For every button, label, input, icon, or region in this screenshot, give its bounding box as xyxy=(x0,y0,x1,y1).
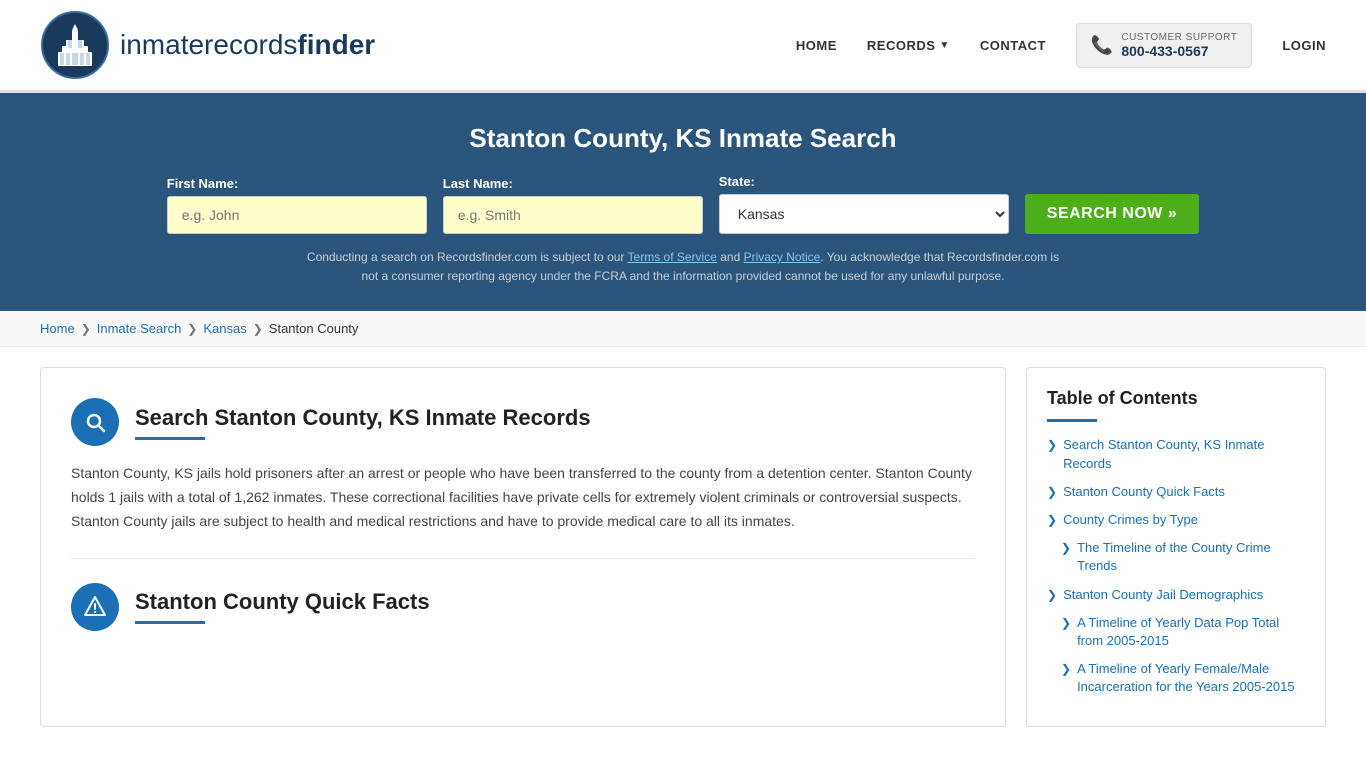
toc-link-4[interactable]: The Timeline of the County Crime Trends xyxy=(1077,539,1305,575)
state-select[interactable]: Kansas xyxy=(719,194,1009,234)
logo-area: inmaterecordsfinder xyxy=(40,10,375,80)
chevron-right-icon-6: ❯ xyxy=(1061,616,1071,630)
section-divider xyxy=(71,558,975,559)
chevron-right-icon-4: ❯ xyxy=(1061,541,1071,555)
state-label: State: xyxy=(719,174,755,189)
disclaimer-text: Conducting a search on Recordsfinder.com… xyxy=(303,248,1063,286)
logo-icon xyxy=(40,10,110,80)
section1-title: Search Stanton County, KS Inmate Records xyxy=(135,405,591,431)
logo-text-bold: finder xyxy=(297,29,375,60)
toc-link-6[interactable]: A Timeline of Yearly Data Pop Total from… xyxy=(1077,614,1305,650)
support-text-block: CUSTOMER SUPPORT 800-433-0567 xyxy=(1121,32,1237,59)
last-name-input[interactable] xyxy=(443,196,703,234)
toc-item-5[interactable]: ❯ Stanton County Jail Demographics xyxy=(1047,586,1305,604)
toc-box: Table of Contents ❯ Search Stanton Count… xyxy=(1026,367,1326,727)
toc-title: Table of Contents xyxy=(1047,388,1305,409)
breadcrumb-sep-3: ❯ xyxy=(253,322,263,336)
customer-support-box: 📞 CUSTOMER SUPPORT 800-433-0567 xyxy=(1076,23,1252,68)
hero-title: Stanton County, KS Inmate Search xyxy=(40,123,1326,154)
toc-link-3[interactable]: County Crimes by Type xyxy=(1063,511,1198,529)
section1-underline xyxy=(135,437,205,440)
breadcrumb-home[interactable]: Home xyxy=(40,321,75,336)
chevron-right-icon-1: ❯ xyxy=(1047,438,1057,452)
toc-underline xyxy=(1047,419,1097,422)
main-content: Search Stanton County, KS Inmate Records… xyxy=(0,347,1366,747)
toc-item-4[interactable]: ❯ The Timeline of the County Crime Trend… xyxy=(1061,539,1305,575)
privacy-link[interactable]: Privacy Notice xyxy=(744,250,821,264)
section1-title-block: Search Stanton County, KS Inmate Records xyxy=(135,405,591,440)
toc-item-2[interactable]: ❯ Stanton County Quick Facts xyxy=(1047,483,1305,501)
last-name-label: Last Name: xyxy=(443,176,513,191)
alert-icon-circle xyxy=(71,583,119,631)
last-name-group: Last Name: xyxy=(443,176,703,234)
breadcrumb-inmate-search[interactable]: Inmate Search xyxy=(97,321,182,336)
support-label: CUSTOMER SUPPORT xyxy=(1121,32,1237,43)
toc-item-1[interactable]: ❯ Search Stanton County, KS Inmate Recor… xyxy=(1047,436,1305,472)
chevron-down-icon: ▼ xyxy=(939,40,949,51)
support-number: 800-433-0567 xyxy=(1121,43,1237,59)
sidebar: Table of Contents ❯ Search Stanton Count… xyxy=(1026,367,1326,727)
section-quick-facts: Stanton County Quick Facts xyxy=(71,583,975,631)
search-hero: Stanton County, KS Inmate Search First N… xyxy=(0,93,1366,311)
nav-records-label: RECORDS xyxy=(867,38,936,53)
breadcrumb-sep-2: ❯ xyxy=(187,322,197,336)
section2-title: Stanton County Quick Facts xyxy=(135,589,430,615)
toc-link-5[interactable]: Stanton County Jail Demographics xyxy=(1063,586,1263,604)
section2-header: Stanton County Quick Facts xyxy=(71,583,975,631)
chevron-right-icon-2: ❯ xyxy=(1047,485,1057,499)
alert-icon xyxy=(83,595,107,619)
breadcrumb-current: Stanton County xyxy=(269,321,359,336)
nav-login[interactable]: LOGIN xyxy=(1282,38,1326,53)
search-button[interactable]: SEARCH NOW » xyxy=(1025,194,1199,234)
nav-home[interactable]: HOME xyxy=(796,38,837,53)
chevron-right-icon-5: ❯ xyxy=(1047,588,1057,602)
first-name-group: First Name: xyxy=(167,176,427,234)
nav-contact[interactable]: CONTACT xyxy=(980,38,1046,53)
toc-link-7[interactable]: A Timeline of Yearly Female/Male Incarce… xyxy=(1077,660,1305,696)
search-icon xyxy=(83,410,107,434)
section-inmate-records: Search Stanton County, KS Inmate Records… xyxy=(71,398,975,533)
phone-icon: 📞 xyxy=(1091,35,1113,56)
content-area: Search Stanton County, KS Inmate Records… xyxy=(40,367,1006,727)
breadcrumb-sep-1: ❯ xyxy=(81,322,91,336)
search-form: First Name: Last Name: State: Kansas SEA… xyxy=(40,174,1326,234)
breadcrumb: Home ❯ Inmate Search ❯ Kansas ❯ Stanton … xyxy=(0,311,1366,347)
toc-item-6[interactable]: ❯ A Timeline of Yearly Data Pop Total fr… xyxy=(1061,614,1305,650)
section2-title-block: Stanton County Quick Facts xyxy=(135,589,430,624)
logo-text-light: inmaterecords xyxy=(120,29,297,60)
toc-item-7[interactable]: ❯ A Timeline of Yearly Female/Male Incar… xyxy=(1061,660,1305,696)
toc-link-1[interactable]: Search Stanton County, KS Inmate Records xyxy=(1063,436,1305,472)
toc-item-3[interactable]: ❯ County Crimes by Type xyxy=(1047,511,1305,529)
site-header: inmaterecordsfinder HOME RECORDS ▼ CONTA… xyxy=(0,0,1366,93)
logo-text: inmaterecordsfinder xyxy=(120,29,375,61)
toc-link-2[interactable]: Stanton County Quick Facts xyxy=(1063,483,1225,501)
breadcrumb-kansas[interactable]: Kansas xyxy=(203,321,246,336)
state-group: State: Kansas xyxy=(719,174,1009,234)
section1-body: Stanton County, KS jails hold prisoners … xyxy=(71,462,975,533)
nav-records[interactable]: RECORDS ▼ xyxy=(867,38,950,53)
search-icon-circle xyxy=(71,398,119,446)
chevron-right-icon-7: ❯ xyxy=(1061,662,1071,676)
first-name-input[interactable] xyxy=(167,196,427,234)
section2-underline xyxy=(135,621,205,624)
chevron-right-icon-3: ❯ xyxy=(1047,513,1057,527)
terms-link[interactable]: Terms of Service xyxy=(628,250,717,264)
first-name-label: First Name: xyxy=(167,176,239,191)
section1-header: Search Stanton County, KS Inmate Records xyxy=(71,398,975,446)
main-nav: HOME RECORDS ▼ CONTACT 📞 CUSTOMER SUPPOR… xyxy=(796,23,1326,68)
